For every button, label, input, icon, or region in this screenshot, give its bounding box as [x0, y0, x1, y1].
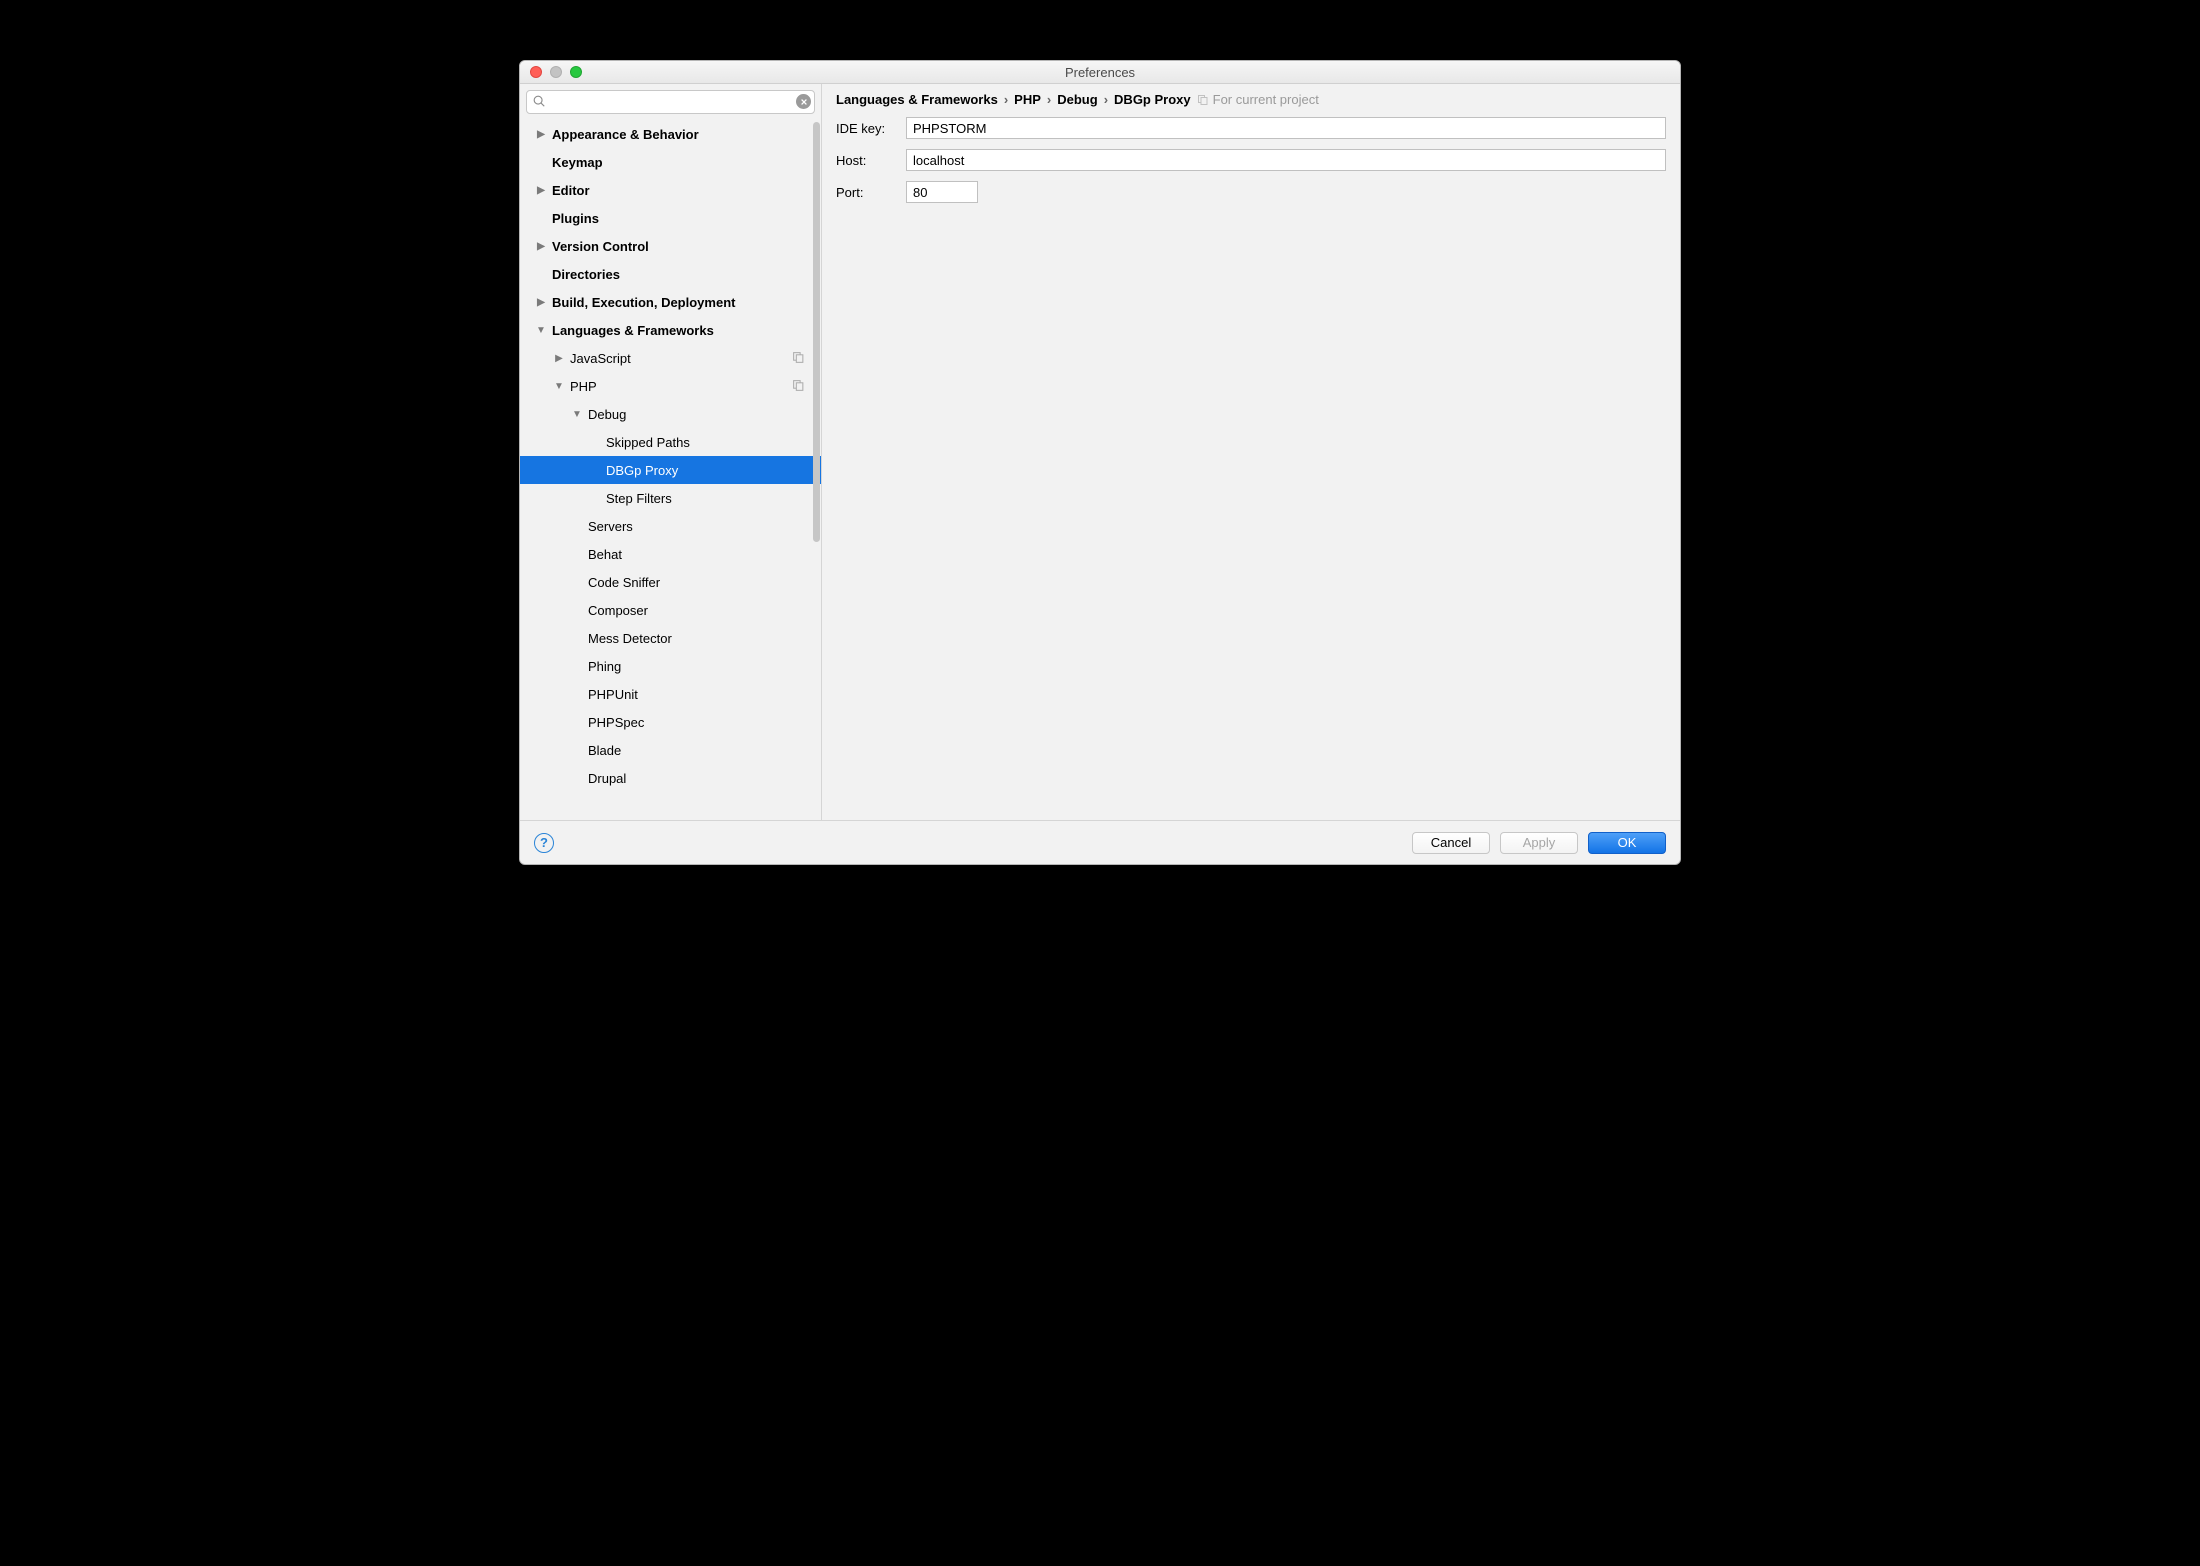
tree-item-label: PHP: [570, 379, 597, 394]
search-icon: [532, 94, 546, 108]
tree-item[interactable]: ▶ JavaScript: [520, 344, 821, 372]
tree-item-label: DBGp Proxy: [606, 463, 678, 478]
settings-tree[interactable]: ▶ Appearance & Behavior Keymap ▶ Editor Plugi…: [520, 120, 821, 820]
tree-item-label: Composer: [588, 603, 648, 618]
tree-item-label: Step Filters: [606, 491, 672, 506]
crumb-0: Languages & Frameworks: [836, 92, 998, 107]
chevron-right-icon[interactable]: ▶: [536, 129, 546, 140]
tree-item-label: Version Control: [552, 239, 649, 254]
tree-item[interactable]: Step Filters: [520, 484, 821, 512]
crumb-3: DBGp Proxy: [1114, 92, 1191, 107]
tree-item-label: JavaScript: [570, 351, 631, 366]
cancel-button[interactable]: Cancel: [1412, 832, 1490, 854]
chevron-down-icon[interactable]: ▼: [554, 381, 564, 392]
minimize-window-button[interactable]: [550, 66, 562, 78]
tree-item-label: Phing: [588, 659, 621, 674]
crumb-sep: ›: [1104, 92, 1108, 107]
tree-item-label: Skipped Paths: [606, 435, 690, 450]
preferences-window: Preferences ▶ Appearance & Behavior Keymap…: [519, 60, 1681, 865]
tree-item[interactable]: Code Sniffer: [520, 568, 821, 596]
tree-item[interactable]: Servers: [520, 512, 821, 540]
project-scope-icon: [792, 379, 805, 392]
port-label: Port:: [836, 185, 906, 200]
tree-item-label: Drupal: [588, 771, 626, 786]
search-field-wrap: [526, 90, 815, 114]
chevron-down-icon[interactable]: ▼: [536, 325, 546, 336]
footer: ? Cancel Apply OK: [520, 820, 1680, 864]
close-window-button[interactable]: [530, 66, 542, 78]
sidebar: ▶ Appearance & Behavior Keymap ▶ Editor Plugi…: [520, 84, 822, 820]
window-body: ▶ Appearance & Behavior Keymap ▶ Editor Plugi…: [520, 84, 1680, 820]
tree-item-label: Directories: [552, 267, 620, 282]
settings-form: IDE key: Host: Port:: [822, 115, 1680, 215]
project-scope-icon: [792, 351, 805, 364]
tree-item-label: PHPSpec: [588, 715, 644, 730]
tree-item[interactable]: Plugins: [520, 204, 821, 232]
tree-item[interactable]: ▼ Debug: [520, 400, 821, 428]
crumb-2: Debug: [1057, 92, 1097, 107]
tree-item[interactable]: PHPUnit: [520, 680, 821, 708]
tree-item[interactable]: ▶ Version Control: [520, 232, 821, 260]
chevron-right-icon[interactable]: ▶: [536, 297, 546, 308]
scope-hint: For current project: [1197, 92, 1319, 107]
tree-item-label: Languages & Frameworks: [552, 323, 714, 338]
window-title: Preferences: [520, 65, 1680, 80]
tree-item[interactable]: Drupal: [520, 764, 821, 792]
clear-search-icon[interactable]: [796, 94, 811, 109]
tree-item[interactable]: Skipped Paths: [520, 428, 821, 456]
crumb-sep: ›: [1004, 92, 1008, 107]
tree-item[interactable]: Phing: [520, 652, 821, 680]
tree-item-label: Appearance & Behavior: [552, 127, 699, 142]
host-label: Host:: [836, 153, 906, 168]
chevron-right-icon[interactable]: ▶: [554, 353, 564, 364]
tree-item[interactable]: ▶ Appearance & Behavior: [520, 120, 821, 148]
breadcrumb: Languages & Frameworks › PHP › Debug › D…: [822, 84, 1680, 115]
tree-item-label: PHPUnit: [588, 687, 638, 702]
crumb-1: PHP: [1014, 92, 1041, 107]
tree-item-label: Code Sniffer: [588, 575, 660, 590]
tree-item[interactable]: Behat: [520, 540, 821, 568]
tree-item-label: Editor: [552, 183, 590, 198]
tree-item[interactable]: PHPSpec: [520, 708, 821, 736]
tree-item[interactable]: Blade: [520, 736, 821, 764]
titlebar: Preferences: [520, 61, 1680, 84]
help-button[interactable]: ?: [534, 833, 554, 853]
host-input[interactable]: [906, 149, 1666, 171]
tree-item-label: Plugins: [552, 211, 599, 226]
zoom-window-button[interactable]: [570, 66, 582, 78]
tree-item-label: Servers: [588, 519, 633, 534]
copy-scope-icon: [1197, 94, 1209, 106]
tree-item-label: Keymap: [552, 155, 603, 170]
apply-button[interactable]: Apply: [1500, 832, 1578, 854]
crumb-sep: ›: [1047, 92, 1051, 107]
ide-key-input[interactable]: [906, 117, 1666, 139]
ide-key-label: IDE key:: [836, 121, 906, 136]
main-panel: Languages & Frameworks › PHP › Debug › D…: [822, 84, 1680, 820]
ok-button[interactable]: OK: [1588, 832, 1666, 854]
tree-item[interactable]: ▶ Editor: [520, 176, 821, 204]
chevron-down-icon[interactable]: ▼: [572, 409, 582, 420]
port-input[interactable]: [906, 181, 978, 203]
tree-item-label: Debug: [588, 407, 626, 422]
tree-item[interactable]: Directories: [520, 260, 821, 288]
tree-item-label: Blade: [588, 743, 621, 758]
tree-item[interactable]: Mess Detector: [520, 624, 821, 652]
tree-scrollbar[interactable]: [813, 122, 820, 542]
tree-item-label: Build, Execution, Deployment: [552, 295, 735, 310]
window-controls: [530, 66, 582, 78]
chevron-right-icon[interactable]: ▶: [536, 241, 546, 252]
tree-item[interactable]: Composer: [520, 596, 821, 624]
tree-item[interactable]: ▼ Languages & Frameworks: [520, 316, 821, 344]
search-input[interactable]: [526, 90, 815, 114]
tree-item[interactable]: Keymap: [520, 148, 821, 176]
tree-item[interactable]: DBGp Proxy: [520, 456, 821, 484]
tree-item-label: Behat: [588, 547, 622, 562]
chevron-right-icon[interactable]: ▶: [536, 185, 546, 196]
tree-item[interactable]: ▼ PHP: [520, 372, 821, 400]
tree-item[interactable]: ▶ Build, Execution, Deployment: [520, 288, 821, 316]
tree-item-label: Mess Detector: [588, 631, 672, 646]
